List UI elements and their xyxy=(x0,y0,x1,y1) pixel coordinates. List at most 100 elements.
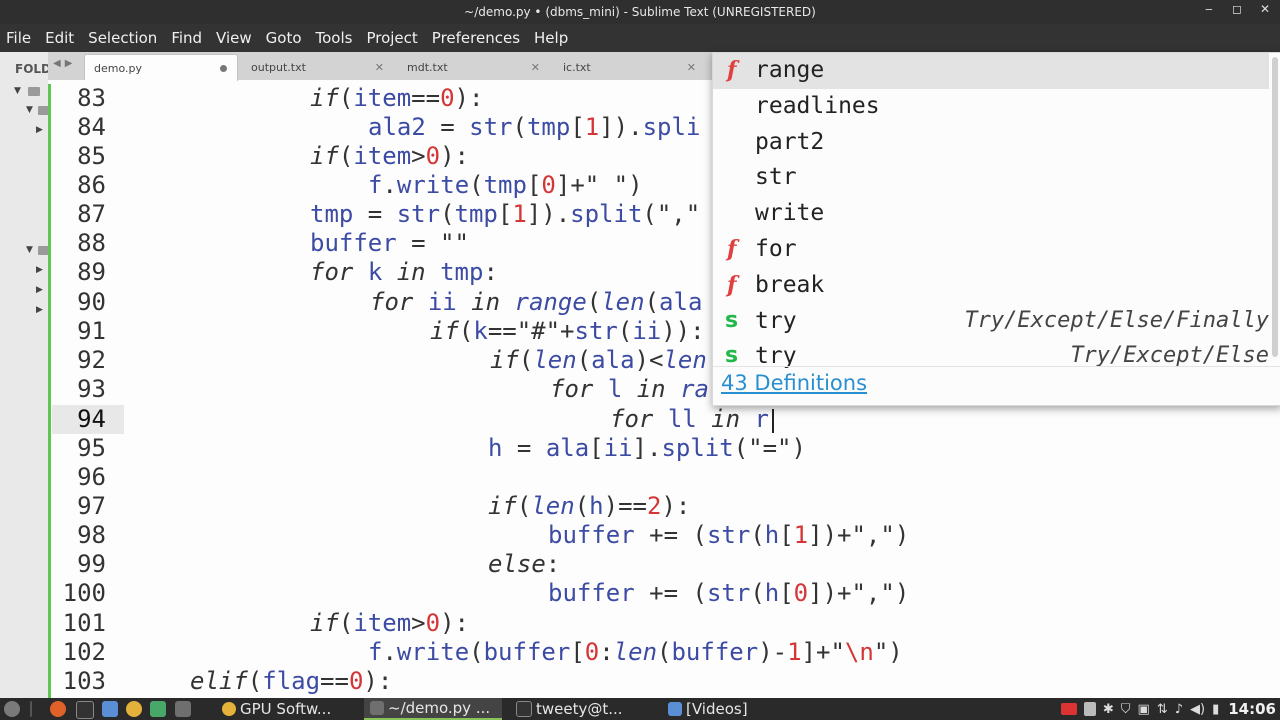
code-line: ala2 = str(tmp[1]).spli xyxy=(368,113,701,141)
music-icon[interactable]: ♪ xyxy=(1175,702,1183,717)
window-titlebar: ~/demo.py • (dbms_mini) - Sublime Text (… xyxy=(0,0,1280,24)
sublime-icon xyxy=(370,701,384,715)
autocomplete-hint: Try/Except/Else xyxy=(1070,343,1269,369)
expand-triangle-icon[interactable]: ▼ xyxy=(14,86,21,96)
line-number: 84 xyxy=(77,113,106,141)
autocomplete-label: readlines xyxy=(755,92,880,119)
code-line: for ii in range(len(ala xyxy=(370,288,703,316)
record-icon[interactable] xyxy=(1060,703,1077,715)
tab-label: demo.py xyxy=(94,61,142,75)
definitions-link[interactable]: 43 Definitions xyxy=(721,371,867,395)
task-videos[interactable]: [Videos] xyxy=(662,698,782,720)
collapse-triangle-icon[interactable]: ▶ xyxy=(36,285,43,295)
function-kind-icon: f xyxy=(727,57,737,83)
menu-help[interactable]: Help xyxy=(528,29,576,47)
menu-selection[interactable]: Selection xyxy=(82,29,165,47)
tab-label: output.txt xyxy=(251,60,306,74)
line-number: 83 xyxy=(77,84,106,112)
battery-icon[interactable]: ▮ xyxy=(1212,702,1219,717)
autocomplete-item[interactable]: s try Try/Except/Else xyxy=(713,339,1269,375)
close-tab-icon[interactable]: ✕ xyxy=(531,61,540,74)
line-number: 99 xyxy=(77,550,106,578)
firefox-icon[interactable] xyxy=(50,701,66,717)
expand-triangle-icon[interactable]: ▼ xyxy=(26,245,33,255)
collapse-triangle-icon[interactable]: ▶ xyxy=(36,265,43,275)
minimize-icon[interactable]: ‒ xyxy=(1200,2,1218,16)
menu-goto[interactable]: Goto xyxy=(260,29,310,47)
mint-menu-icon[interactable] xyxy=(4,701,20,717)
line-number: 93 xyxy=(77,375,106,403)
function-kind-icon: f xyxy=(727,271,737,298)
task-label: tweety@t... xyxy=(536,700,623,718)
line-number: 88 xyxy=(77,229,106,257)
task-terminal[interactable]: tweety@t... xyxy=(510,698,660,720)
autocomplete-scrollbar[interactable] xyxy=(1272,57,1278,357)
autocomplete-item[interactable]: write xyxy=(713,196,1269,232)
clipboard-icon[interactable] xyxy=(1083,702,1096,716)
autocomplete-item[interactable]: part2 xyxy=(713,125,1269,161)
code-line: elif(flag==0): xyxy=(190,667,393,695)
update-icon[interactable]: ▣ xyxy=(1138,702,1150,717)
app-icon[interactable] xyxy=(150,701,166,717)
chrome-icon xyxy=(222,702,236,716)
menu-preferences[interactable]: Preferences xyxy=(426,29,528,47)
autocomplete-label: str xyxy=(755,164,797,191)
code-line: h = ala[ii].split("=") xyxy=(488,434,806,462)
autocomplete-item[interactable]: readlines xyxy=(713,89,1269,125)
autocomplete-popup[interactable]: f range readlines part2 str write f for … xyxy=(712,52,1280,406)
menu-edit[interactable]: Edit xyxy=(39,29,82,47)
divider xyxy=(713,366,1280,367)
task-sublime-demo[interactable]: ~/demo.py ... xyxy=(364,698,502,720)
tab-ic-txt[interactable]: ic.txt ✕ xyxy=(554,54,704,80)
tab-output-txt[interactable]: output.txt ✕ xyxy=(242,54,392,80)
code-line: if(k=="#"+str(ii)): xyxy=(430,317,705,345)
collapse-triangle-icon[interactable]: ▶ xyxy=(36,125,43,135)
menu-project[interactable]: Project xyxy=(360,29,425,47)
autocomplete-item[interactable]: str xyxy=(713,160,1269,196)
line-number: 103 xyxy=(62,667,106,695)
close-tab-icon[interactable]: ✕ xyxy=(687,61,696,74)
menu-view[interactable]: View xyxy=(210,29,260,47)
line-number: 92 xyxy=(77,346,106,374)
line-number: 97 xyxy=(77,492,106,520)
chrome-icon[interactable] xyxy=(126,701,142,717)
sublime-icon[interactable] xyxy=(175,701,191,717)
close-tab-icon[interactable]: ✕ xyxy=(375,61,384,74)
code-line: if(len(ala)<len xyxy=(490,346,707,374)
autocomplete-label: range xyxy=(755,57,825,83)
files-icon[interactable] xyxy=(102,701,118,717)
collapse-triangle-icon[interactable]: ▶ xyxy=(36,305,43,315)
menu-find[interactable]: Find xyxy=(165,29,210,47)
task-label: GPU Softw... xyxy=(240,700,332,718)
code-line: if(item>0): xyxy=(310,609,469,637)
line-number: 90 xyxy=(77,288,106,316)
maximize-icon[interactable]: ◻ xyxy=(1228,2,1246,16)
autocomplete-item[interactable]: f for xyxy=(713,232,1269,268)
clock[interactable]: 14:06 xyxy=(1228,700,1276,718)
close-icon[interactable]: ✕ xyxy=(1256,2,1274,16)
tab-demo-py[interactable]: demo.py xyxy=(84,54,238,81)
modified-dot-icon[interactable] xyxy=(220,65,227,72)
tab-nav-arrows-icon[interactable]: ◀▶ xyxy=(53,58,76,69)
bluetooth-icon[interactable]: ✱ xyxy=(1103,702,1114,717)
tab-mdt-txt[interactable]: mdt.txt ✕ xyxy=(398,54,548,80)
terminal-icon[interactable] xyxy=(76,701,94,719)
menu-file[interactable]: File xyxy=(0,29,39,47)
code-line: for k in tmp: xyxy=(310,258,498,286)
task-gpu-software[interactable]: GPU Softw... xyxy=(216,698,362,720)
autocomplete-item[interactable]: f range xyxy=(713,53,1269,89)
shield-icon[interactable]: ⛉ xyxy=(1121,702,1131,717)
autocomplete-label: write xyxy=(755,200,825,227)
network-icon[interactable]: ⇅ xyxy=(1157,702,1168,717)
line-number: 96 xyxy=(77,463,106,491)
autocomplete-item[interactable]: s try Try/Except/Else/Finally xyxy=(713,304,1269,340)
volume-icon[interactable]: ◀) xyxy=(1190,702,1205,717)
code-line: f.write(tmp[0]+" ") xyxy=(368,171,643,199)
menu-tools[interactable]: Tools xyxy=(310,29,361,47)
line-number: 89 xyxy=(77,258,106,286)
autocomplete-item[interactable]: f break xyxy=(713,268,1269,304)
autocomplete-list: f range readlines part2 str write f for … xyxy=(713,53,1269,369)
expand-triangle-icon[interactable]: ▼ xyxy=(26,105,33,115)
divider xyxy=(30,701,32,717)
autocomplete-label: break xyxy=(755,271,825,298)
